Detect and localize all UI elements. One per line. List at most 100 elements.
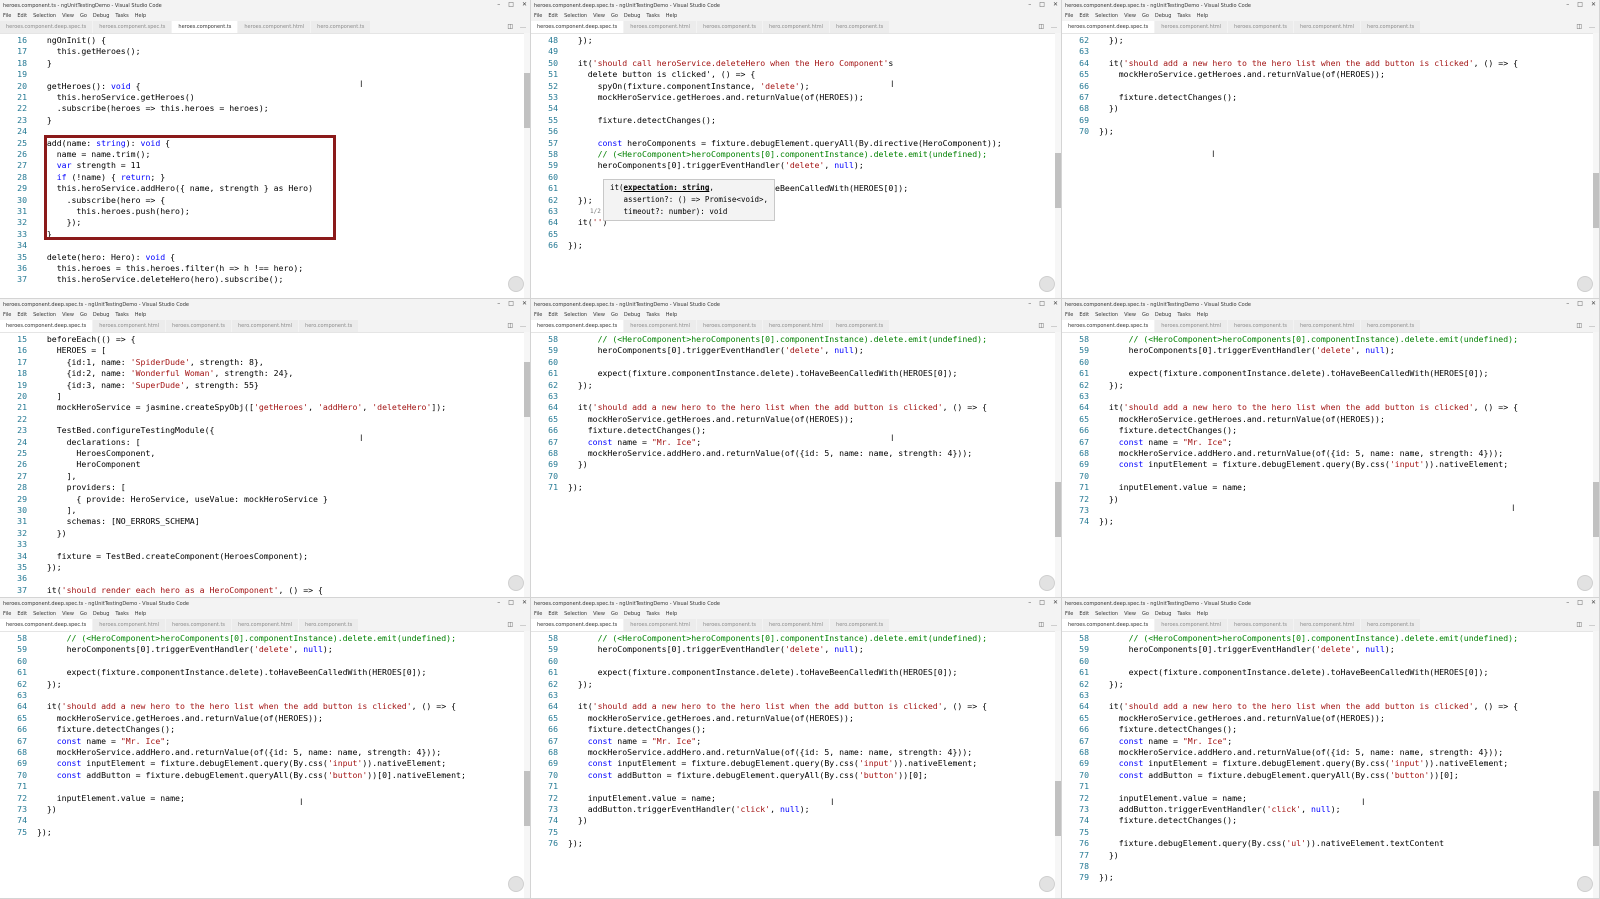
vertical-scrollbar[interactable]	[524, 631, 530, 898]
menu-selection[interactable]: Selection	[33, 13, 56, 19]
menu-help[interactable]: Help	[666, 312, 677, 318]
vertical-scrollbar[interactable]	[524, 332, 530, 597]
editor-tab[interactable]: heroes.component.deep.spec.ts	[1062, 21, 1156, 33]
close-icon[interactable]: ✕	[1591, 300, 1596, 307]
minimize-icon[interactable]: –	[1028, 300, 1031, 307]
menu-tasks[interactable]: Tasks	[115, 312, 128, 318]
menu-debug[interactable]: Debug	[1155, 13, 1171, 19]
menu-debug[interactable]: Debug	[624, 13, 640, 19]
editor-tab[interactable]: hero.component.ts	[830, 21, 891, 33]
menu-go[interactable]: Go	[1142, 611, 1149, 617]
editor-tab[interactable]: heroes.component.deep.spec.ts	[1062, 619, 1156, 631]
editor-tab[interactable]: heroes.component.ts	[166, 619, 233, 631]
editor-tab[interactable]: hero.component.html	[1294, 21, 1362, 33]
minimize-icon[interactable]: –	[497, 1, 500, 8]
menu-debug[interactable]: Debug	[624, 312, 640, 318]
maximize-icon[interactable]: □	[1577, 1, 1583, 8]
menu-view[interactable]: View	[62, 312, 74, 318]
minimize-icon[interactable]: –	[1566, 1, 1569, 8]
menu-selection[interactable]: Selection	[1095, 13, 1118, 19]
editor-tab[interactable]: heroes.component.ts	[1228, 320, 1295, 332]
editor-tab[interactable]: hero.component.html	[763, 21, 831, 33]
menu-view[interactable]: View	[62, 611, 74, 617]
editor-tab[interactable]: heroes.component.html	[624, 21, 698, 33]
scrollbar-thumb[interactable]	[524, 73, 530, 128]
maximize-icon[interactable]: □	[508, 599, 514, 606]
menu-edit[interactable]: Edit	[1079, 13, 1089, 19]
scrollbar-thumb[interactable]	[1055, 153, 1061, 208]
more-actions-icon[interactable]: …	[520, 621, 526, 628]
menu-edit[interactable]: Edit	[548, 13, 558, 19]
menu-view[interactable]: View	[593, 611, 605, 617]
menu-tasks[interactable]: Tasks	[646, 312, 659, 318]
vertical-scrollbar[interactable]	[1055, 332, 1061, 597]
code-editor[interactable]: 15 beforeEach(() => {16 HEROES = [17 {id…	[0, 332, 530, 597]
scrollbar-thumb[interactable]	[524, 362, 530, 417]
editor-tab[interactable]: heroes.component.ts	[697, 619, 764, 631]
menu-selection[interactable]: Selection	[1095, 312, 1118, 318]
split-editor-icon[interactable]: ◫	[507, 322, 513, 329]
more-actions-icon[interactable]: …	[1589, 621, 1595, 628]
menu-help[interactable]: Help	[1197, 13, 1208, 19]
menu-go[interactable]: Go	[611, 13, 618, 19]
menu-go[interactable]: Go	[611, 312, 618, 318]
code-editor[interactable]: 58 // (<HeroComponent>heroComponents[0].…	[0, 631, 530, 898]
menu-file[interactable]: File	[3, 611, 11, 617]
editor-tab[interactable]: heroes.component.spec.ts	[93, 21, 173, 33]
menu-help[interactable]: Help	[1197, 312, 1208, 318]
editor-tab[interactable]: heroes.component.ts	[1228, 619, 1295, 631]
menu-view[interactable]: View	[1124, 13, 1136, 19]
menu-file[interactable]: File	[1065, 312, 1073, 318]
editor-tab[interactable]: heroes.component.html	[1155, 320, 1229, 332]
editor-tab[interactable]: hero.component.ts	[1361, 320, 1422, 332]
editor-tab[interactable]: heroes.component.deep.spec.ts	[0, 320, 94, 332]
close-icon[interactable]: ✕	[522, 599, 527, 606]
close-icon[interactable]: ✕	[1591, 599, 1596, 606]
editor-tab[interactable]: hero.component.html	[1294, 619, 1362, 631]
close-icon[interactable]: ✕	[1053, 1, 1058, 8]
menu-debug[interactable]: Debug	[1155, 611, 1171, 617]
editor-tab[interactable]: heroes.component.html	[1155, 21, 1229, 33]
menu-go[interactable]: Go	[1142, 312, 1149, 318]
maximize-icon[interactable]: □	[1039, 1, 1045, 8]
menu-debug[interactable]: Debug	[1155, 312, 1171, 318]
menu-edit[interactable]: Edit	[17, 312, 27, 318]
vertical-scrollbar[interactable]	[1055, 631, 1061, 898]
vertical-scrollbar[interactable]	[1593, 33, 1599, 298]
menu-tasks[interactable]: Tasks	[1177, 13, 1190, 19]
editor-tab[interactable]: hero.component.ts	[830, 320, 891, 332]
minimize-icon[interactable]: –	[1566, 300, 1569, 307]
code-editor[interactable]: 16 ngOnInit() {17 this.getHeroes(); 18 } 1…	[0, 33, 530, 298]
close-icon[interactable]: ✕	[522, 300, 527, 307]
more-actions-icon[interactable]: …	[520, 322, 526, 329]
scrollbar-thumb[interactable]	[1593, 173, 1599, 228]
menu-debug[interactable]: Debug	[624, 611, 640, 617]
split-editor-icon[interactable]: ◫	[1576, 322, 1582, 329]
editor-tab[interactable]: heroes.component.deep.spec.ts	[1062, 320, 1156, 332]
menu-edit[interactable]: Edit	[1079, 312, 1089, 318]
menu-go[interactable]: Go	[80, 611, 87, 617]
menu-file[interactable]: File	[1065, 13, 1073, 19]
menu-help[interactable]: Help	[135, 13, 146, 19]
menu-help[interactable]: Help	[666, 611, 677, 617]
menu-edit[interactable]: Edit	[548, 312, 558, 318]
vertical-scrollbar[interactable]	[524, 33, 530, 298]
editor-tab[interactable]: heroes.component.html	[93, 619, 167, 631]
menu-help[interactable]: Help	[135, 312, 146, 318]
menu-tasks[interactable]: Tasks	[1177, 611, 1190, 617]
menu-file[interactable]: File	[534, 312, 542, 318]
editor-tab[interactable]: heroes.component.deep.spec.ts	[531, 619, 625, 631]
editor-tab[interactable]: hero.component.html	[1294, 320, 1362, 332]
code-editor[interactable]: 62 }); 63 64 it('should add a new hero to …	[1062, 33, 1599, 298]
close-icon[interactable]: ✕	[1591, 1, 1596, 8]
minimize-icon[interactable]: –	[1028, 1, 1031, 8]
menu-view[interactable]: View	[62, 13, 74, 19]
more-actions-icon[interactable]: …	[520, 23, 526, 30]
menu-tasks[interactable]: Tasks	[646, 13, 659, 19]
vertical-scrollbar[interactable]	[1055, 33, 1061, 298]
code-editor[interactable]: 48 }); 49 50 it('should call heroService.d…	[531, 33, 1061, 298]
maximize-icon[interactable]: □	[1039, 599, 1045, 606]
editor-tab[interactable]: hero.component.html	[232, 320, 300, 332]
minimize-icon[interactable]: –	[1028, 599, 1031, 606]
menu-help[interactable]: Help	[135, 611, 146, 617]
